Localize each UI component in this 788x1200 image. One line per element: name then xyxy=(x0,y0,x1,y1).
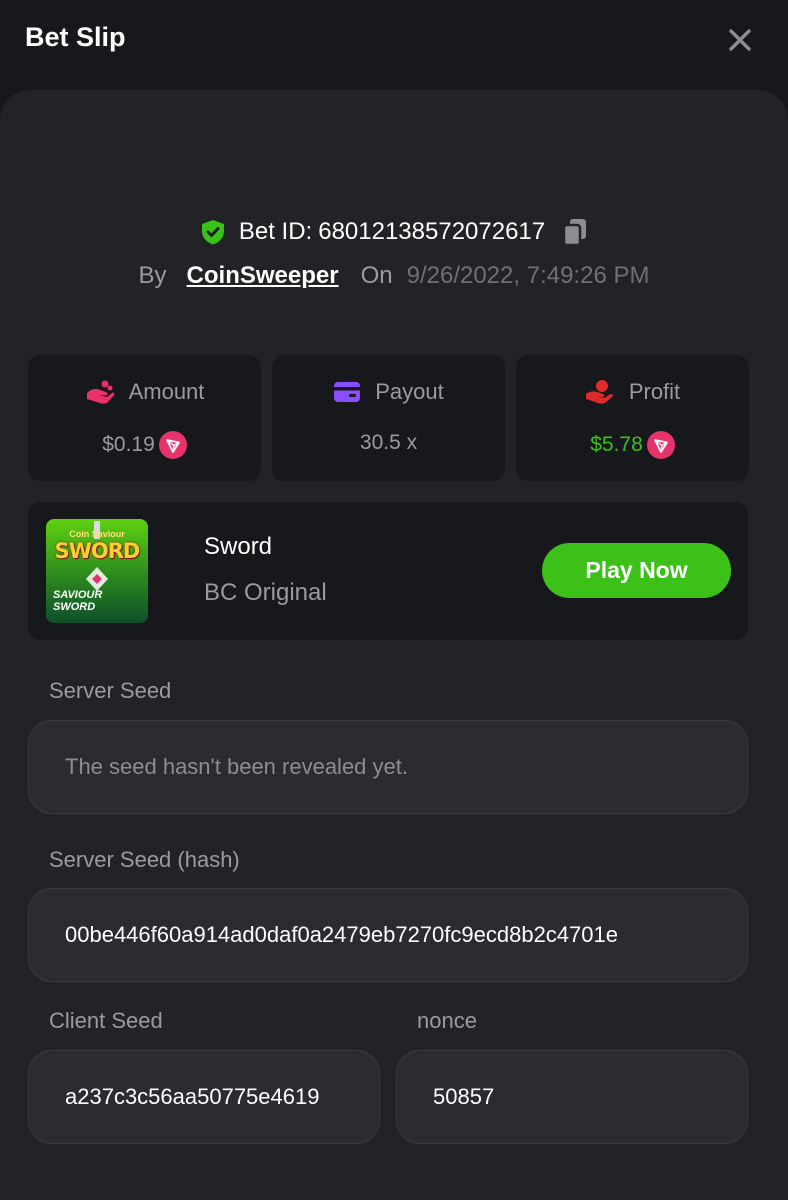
payout-value: 30.5 x xyxy=(359,431,418,454)
play-now-button[interactable]: Play Now xyxy=(542,543,731,598)
server-seed-field[interactable]: The seed hasn't been revealed yet. xyxy=(28,720,748,814)
username-link[interactable]: CoinSweeper xyxy=(187,262,339,290)
shield-check-icon xyxy=(201,220,224,245)
copy-icon xyxy=(562,219,587,247)
server-seed-label: Server Seed xyxy=(49,678,172,703)
page-title: Bet Slip xyxy=(25,22,126,52)
by-label: By xyxy=(138,262,167,289)
on-label: On xyxy=(360,262,393,289)
bet-id-label: Bet ID: xyxy=(238,218,313,245)
server-hash-label: Server Seed (hash) xyxy=(49,847,240,872)
bet-id-value: 68012138572072617 xyxy=(318,218,546,245)
payout-label: Payout xyxy=(375,379,444,404)
profit-value: $5.78 xyxy=(590,433,643,456)
coins-hand-icon xyxy=(86,380,114,404)
client-seed-field[interactable]: a237c3c56aa50775e4619 xyxy=(28,1050,380,1144)
game-thumb-title: SWORD xyxy=(54,539,141,563)
bet-datetime: 9/26/2022, 7:49:26 PM xyxy=(406,262,650,289)
copy-button[interactable] xyxy=(561,217,589,247)
trx-coin-icon xyxy=(158,431,187,459)
amount-value: $0.19 xyxy=(102,433,155,456)
client-seed-label: Client Seed xyxy=(49,1008,163,1033)
game-thumb-sub-2: SWORD xyxy=(53,601,96,613)
game-thumb-sub-1: SAVIOUR xyxy=(53,589,103,601)
profit-label: Profit xyxy=(628,379,681,404)
profit-card: Profit $5.78 xyxy=(516,355,749,481)
game-thumb-small: Coin Saviour xyxy=(69,529,125,539)
amount-label: Amount xyxy=(128,379,205,404)
game-card: Coin Saviour SWORD SAVIOUR SWORD Sword B… xyxy=(28,502,748,640)
game-provider: BC Original xyxy=(204,579,327,606)
card-icon xyxy=(334,382,361,402)
header: Bet Slip xyxy=(0,0,788,80)
bet-meta-row: By CoinSweeper On 9/26/2022, 7:49:26 PM xyxy=(0,258,788,294)
amount-card: Amount $0.19 xyxy=(28,355,261,481)
close-icon xyxy=(729,29,751,51)
close-button[interactable] xyxy=(722,22,758,58)
nonce-label: nonce xyxy=(417,1008,477,1033)
nonce-field[interactable]: 50857 xyxy=(396,1050,748,1144)
trx-coin-icon xyxy=(646,431,675,459)
bet-id-row: Bet ID: 68012138572072617 xyxy=(0,212,788,252)
game-name: Sword xyxy=(204,533,273,560)
game-thumbnail[interactable]: Coin Saviour SWORD SAVIOUR SWORD xyxy=(46,519,148,623)
payout-card: Payout 30.5 x xyxy=(272,355,505,481)
profit-hand-icon xyxy=(585,380,613,404)
server-hash-field[interactable]: 00be446f60a914ad0daf0a2479eb7270fc9ecd8b… xyxy=(28,888,748,982)
